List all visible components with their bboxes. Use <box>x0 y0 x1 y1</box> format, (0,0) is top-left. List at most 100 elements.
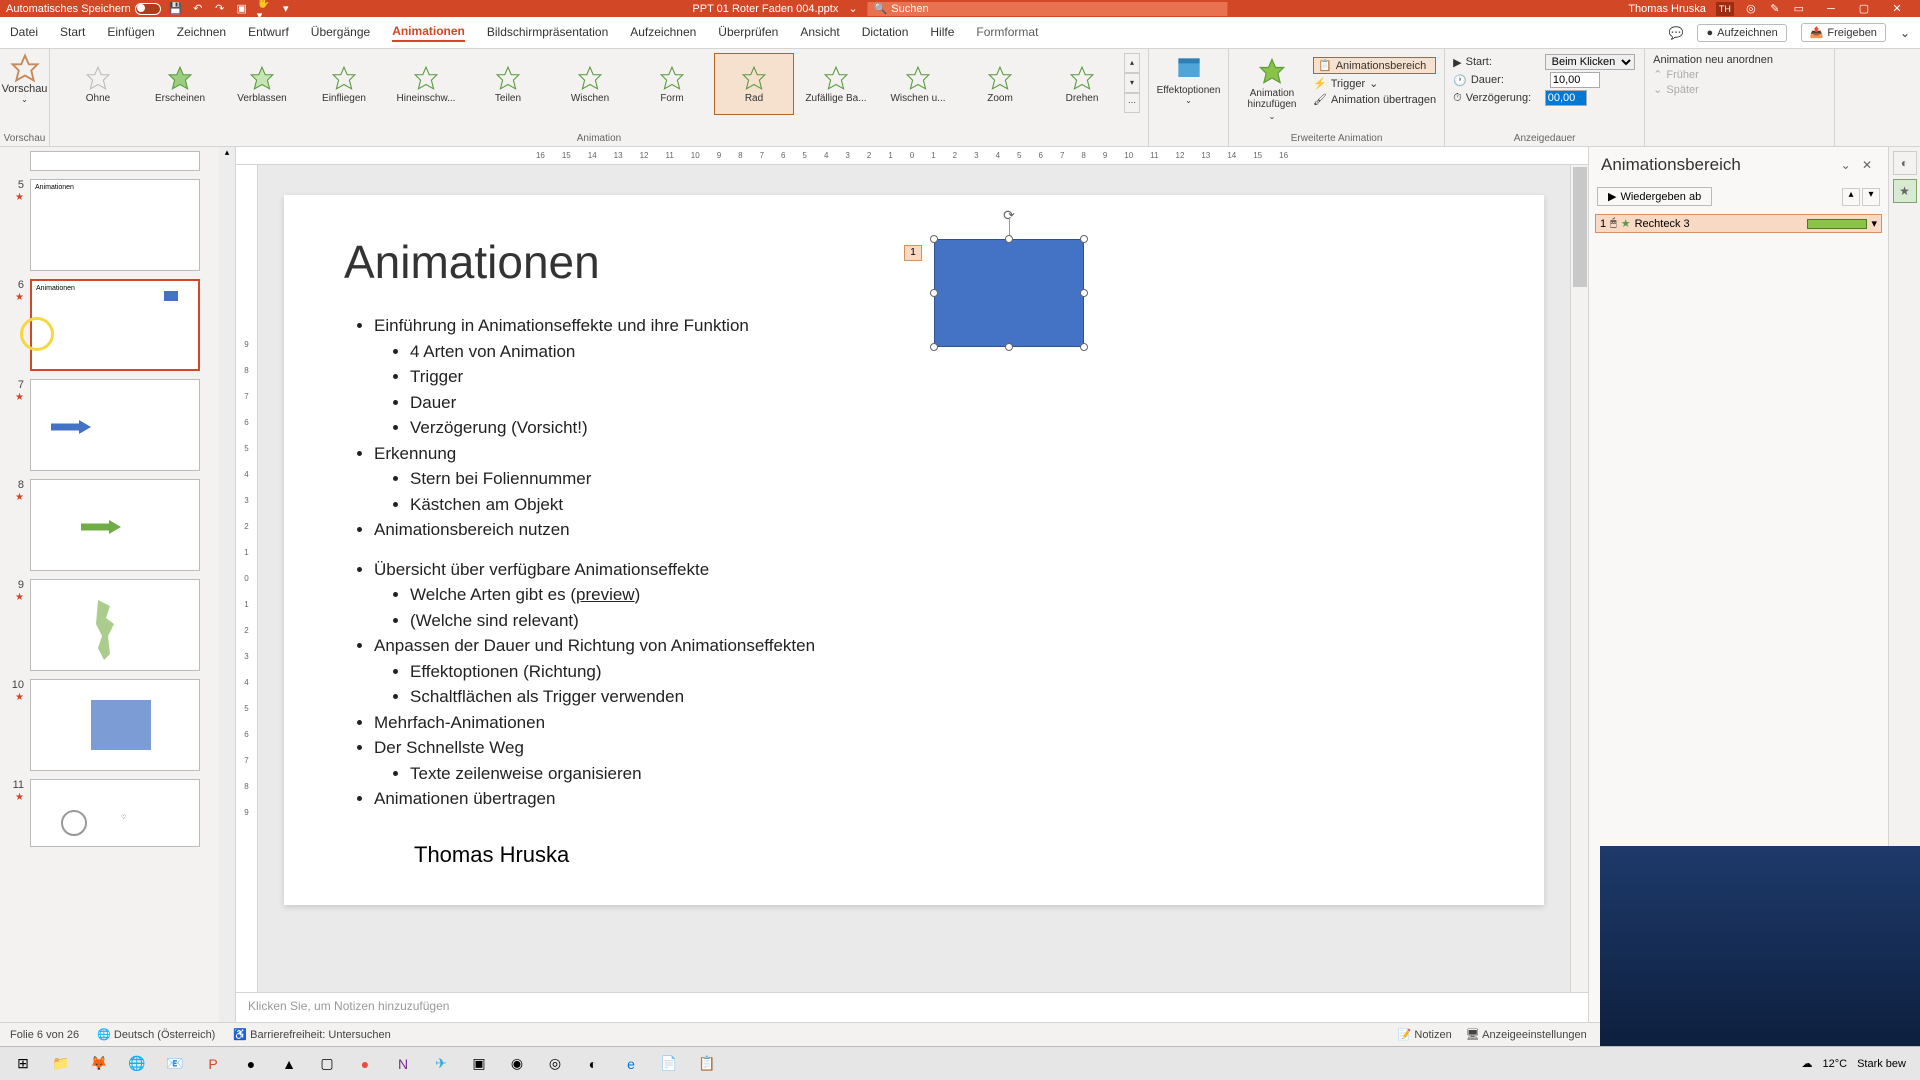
tab-einfuegen[interactable]: Einfügen <box>107 25 154 41</box>
start-select[interactable]: Beim Klicken <box>1545 54 1635 70</box>
powerpoint-icon[interactable]: P <box>196 1050 230 1078</box>
handle-sw[interactable] <box>930 343 938 351</box>
filename-dropdown-icon[interactable]: ⌄ <box>848 2 857 15</box>
handle-n[interactable] <box>1005 235 1013 243</box>
weather-icon[interactable]: ☁ <box>1802 1057 1813 1070</box>
close-button[interactable]: ✕ <box>1882 2 1912 15</box>
timeline-bar[interactable] <box>1807 219 1867 229</box>
handle-w[interactable] <box>930 289 938 297</box>
vertical-scrollbar[interactable] <box>1570 165 1588 992</box>
animationsbereich-button[interactable]: 📋 Animationsbereich <box>1313 57 1436 74</box>
tab-dictation[interactable]: Dictation <box>862 25 909 41</box>
side-tab-1[interactable]: ◐ <box>1893 151 1917 175</box>
anim-pane-close[interactable]: ✕ <box>1858 158 1876 172</box>
anim-entry-1[interactable]: 1 🖱 ★ Rechteck 3 ▾ <box>1595 214 1882 233</box>
collapse-ribbon-icon[interactable]: ⌄ <box>1900 26 1910 40</box>
rectangle-shape[interactable] <box>934 239 1084 347</box>
slide-thumb-11[interactable]: ♡ <box>30 779 200 847</box>
handle-ne[interactable] <box>1080 235 1088 243</box>
animation-tag[interactable]: 1 <box>904 245 922 261</box>
app-icon-3[interactable]: ▢ <box>310 1050 344 1078</box>
accessibility[interactable]: ♿ Barrierefreiheit: Untersuchen <box>233 1028 390 1041</box>
effektoptionen-icon[interactable] <box>1173 53 1205 85</box>
search-box[interactable]: 🔍 <box>868 2 1228 16</box>
preview-icon[interactable] <box>10 53 40 83</box>
anim-rad[interactable]: Rad <box>714 53 794 115</box>
share-button[interactable]: 📤 Freigeben <box>1801 23 1886 42</box>
gallery-down[interactable]: ▾ <box>1124 73 1140 93</box>
notes-button[interactable]: 📝 Notizen <box>1398 1028 1452 1041</box>
slide-canvas[interactable]: Animationen Einführung in Animationseffe… <box>258 165 1570 992</box>
start-button[interactable]: ⊞ <box>6 1050 40 1078</box>
move-up-button[interactable]: ▴ <box>1842 188 1860 206</box>
record-button[interactable]: ● Aufzeichnen <box>1697 24 1786 42</box>
effopt-dropdown-icon[interactable]: ⌄ <box>1185 96 1192 105</box>
anim-zoom[interactable]: Zoom <box>960 53 1040 115</box>
app-icon-8[interactable]: ◐ <box>576 1050 610 1078</box>
app-icon-1[interactable]: ● <box>234 1050 268 1078</box>
tab-praesentation[interactable]: Bildschirmpräsentation <box>487 25 608 41</box>
telegram-icon[interactable]: ✈ <box>424 1050 458 1078</box>
qat-more-icon[interactable]: ▾ <box>279 2 293 16</box>
display-settings[interactable]: 🖥 Anzeigeeinstellungen <box>1466 1028 1587 1041</box>
anim-einfliegen[interactable]: Einfliegen <box>304 53 384 115</box>
app-icon-6[interactable]: ◉ <box>500 1050 534 1078</box>
tab-ueberpruefen[interactable]: Überprüfen <box>718 25 778 41</box>
slide-thumb-7[interactable] <box>30 379 200 471</box>
anim-wischen[interactable]: Wischen <box>550 53 630 115</box>
tab-animationen[interactable]: Animationen <box>392 24 465 42</box>
tab-datei[interactable]: Datei <box>10 25 38 41</box>
toggle-switch[interactable] <box>135 3 161 15</box>
gallery-up[interactable]: ▴ <box>1124 53 1140 73</box>
anim-zufaellige[interactable]: Zufällige Ba... <box>796 53 876 115</box>
app-icon-5[interactable]: ▣ <box>462 1050 496 1078</box>
autosave-toggle[interactable]: Automatisches Speichern <box>6 3 161 15</box>
thumb-scrollbar[interactable]: ▴ <box>219 147 235 1022</box>
earlier-button[interactable]: ⌃ Früher <box>1653 68 1826 81</box>
language[interactable]: 🌐 Deutsch (Österreich) <box>97 1028 215 1041</box>
app-icon-4[interactable]: ● <box>348 1050 382 1078</box>
slide-thumb-5[interactable]: Animationen <box>30 179 200 271</box>
maximize-button[interactable]: ▢ <box>1849 2 1879 15</box>
user-badge[interactable]: TH <box>1716 2 1734 16</box>
undo-icon[interactable]: ↶ <box>191 2 205 16</box>
explorer-icon[interactable]: 📁 <box>44 1050 78 1078</box>
search-input[interactable] <box>891 3 1221 15</box>
verz-input[interactable] <box>1545 90 1587 106</box>
user-name[interactable]: Thomas Hruska <box>1628 3 1706 15</box>
tab-hilfe[interactable]: Hilfe <box>930 25 954 41</box>
slide-body[interactable]: Einführung in Animationseffekte und ihre… <box>344 313 1484 543</box>
vorschau-dropdown-icon[interactable]: ⌄ <box>21 95 28 104</box>
side-tab-2[interactable]: ★ <box>1893 179 1917 203</box>
slide[interactable]: Animationen Einführung in Animationseffe… <box>284 195 1544 905</box>
chrome-icon[interactable]: 🌐 <box>120 1050 154 1078</box>
onenote-icon[interactable]: N <box>386 1050 420 1078</box>
anim-teilen[interactable]: Teilen <box>468 53 548 115</box>
tab-entwurf[interactable]: Entwurf <box>248 25 289 41</box>
slide-thumb-8[interactable] <box>30 479 200 571</box>
touch-icon[interactable]: ✋▾ <box>257 2 271 16</box>
handle-nw[interactable] <box>930 235 938 243</box>
preview-link[interactable]: preview <box>576 585 635 604</box>
shape-container[interactable]: ⟳ 1 <box>934 239 1084 347</box>
window-icon[interactable]: ▭ <box>1792 2 1806 16</box>
pen-icon[interactable]: ✎ <box>1768 2 1782 16</box>
anim-pane-dropdown[interactable]: ⌄ <box>1837 158 1855 172</box>
play-from-button[interactable]: ▶ Wiedergeben ab <box>1597 187 1712 206</box>
save-icon[interactable]: 💾 <box>169 2 183 16</box>
handle-s[interactable] <box>1005 343 1013 351</box>
slide-thumb-10[interactable] <box>30 679 200 771</box>
add-animation-button[interactable]: Animation hinzufügen ⌄ <box>1237 57 1307 122</box>
anim-hineinschw[interactable]: Hineinschw... <box>386 53 466 115</box>
outlook-icon[interactable]: 📧 <box>158 1050 192 1078</box>
anim-erscheinen[interactable]: Erscheinen <box>140 53 220 115</box>
slide-counter[interactable]: Folie 6 von 26 <box>10 1029 79 1041</box>
dauer-input[interactable] <box>1550 72 1600 88</box>
minimize-button[interactable]: ─ <box>1816 3 1846 15</box>
app-icon-2[interactable]: ▲ <box>272 1050 306 1078</box>
trigger-button[interactable]: ⚡ Trigger ⌄ <box>1313 77 1436 90</box>
slide-thumb-6[interactable]: Animationen <box>30 279 200 371</box>
edge-icon[interactable]: e <box>614 1050 648 1078</box>
anim-verblassen[interactable]: Verblassen <box>222 53 302 115</box>
app-icon-10[interactable]: 📋 <box>690 1050 724 1078</box>
